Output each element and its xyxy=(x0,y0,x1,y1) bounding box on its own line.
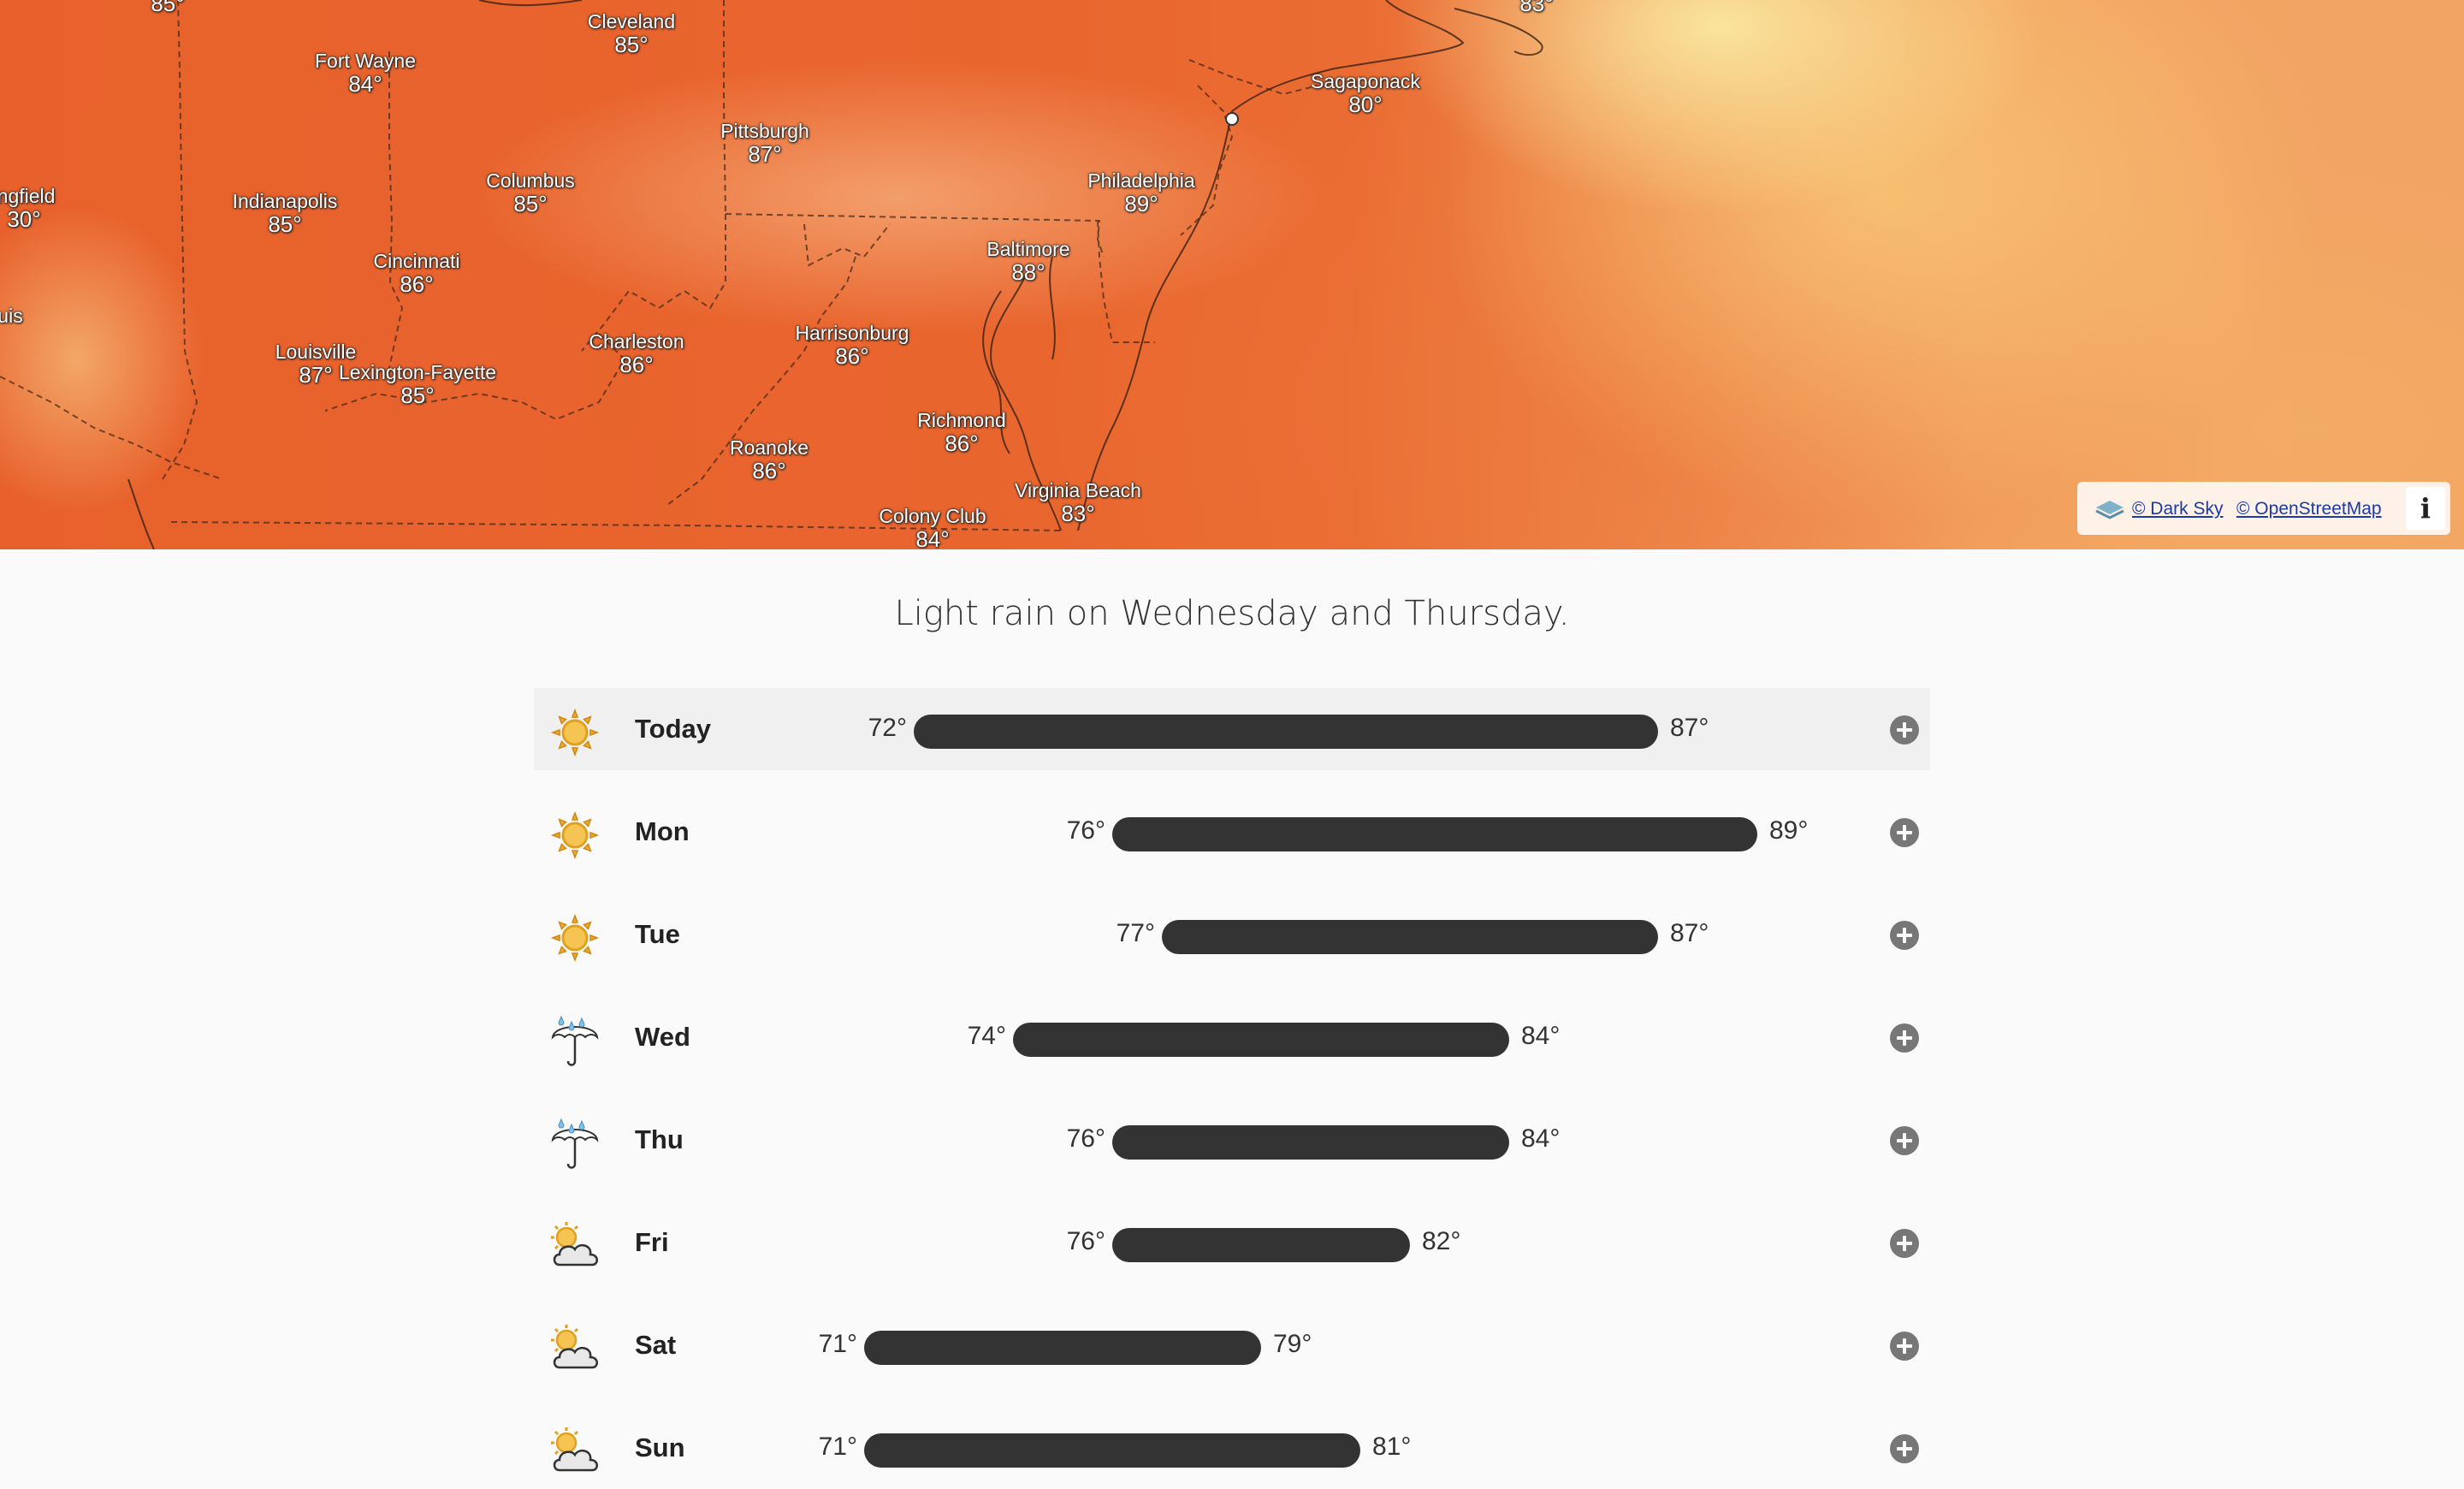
expand-plus-icon[interactable] xyxy=(1889,1433,1920,1464)
low-temperature: 77° xyxy=(1116,919,1155,947)
high-temperature: 81° xyxy=(1372,1433,1412,1461)
temperature-range-bar xyxy=(864,1433,1360,1468)
info-button[interactable]: i xyxy=(2406,487,2445,530)
day-label: Today xyxy=(635,714,711,744)
partly-cloudy-icon xyxy=(549,1426,599,1472)
expand-plus-icon[interactable] xyxy=(1889,920,1920,951)
low-temperature: 76° xyxy=(1066,1227,1105,1255)
day-label: Tue xyxy=(635,919,680,949)
partly-cloudy-icon xyxy=(549,1220,599,1267)
map-attribution: © Dark Sky © OpenStreetMap i xyxy=(2077,482,2450,535)
day-label: Sat xyxy=(635,1330,677,1360)
darksky-link[interactable]: © Dark Sky xyxy=(2132,499,2224,519)
low-temperature: 71° xyxy=(818,1433,857,1461)
expand-plus-icon[interactable] xyxy=(1889,1023,1920,1053)
rain-umbrella-icon xyxy=(551,1015,599,1066)
day-label: Sun xyxy=(635,1433,685,1462)
temperature-range-bar xyxy=(1112,817,1757,851)
temperature-range-bar xyxy=(914,715,1658,749)
low-temperature: 71° xyxy=(818,1330,857,1358)
high-temperature: 79° xyxy=(1273,1330,1312,1358)
temperature-range-bar xyxy=(1162,920,1658,954)
rain-umbrella-icon xyxy=(551,1118,599,1169)
forecast-row-today[interactable]: Today 72° 87° xyxy=(534,688,1930,770)
low-temperature: 72° xyxy=(868,714,907,742)
expand-plus-icon[interactable] xyxy=(1889,1331,1920,1361)
day-label: Wed xyxy=(635,1022,690,1052)
forecast-row-tue[interactable]: Tue 77° 87° xyxy=(534,893,1930,976)
high-temperature: 84° xyxy=(1521,1124,1561,1153)
sun-icon xyxy=(551,709,599,756)
openstreetmap-link[interactable]: © OpenStreetMap xyxy=(2236,499,2382,519)
forecast-row-wed[interactable]: Wed 74° 84° xyxy=(534,996,1930,1078)
temperature-range-bar xyxy=(1112,1125,1509,1160)
temperature-range-bar xyxy=(1112,1228,1410,1262)
map-boundaries xyxy=(0,0,1543,549)
low-temperature: 74° xyxy=(967,1022,1006,1050)
high-temperature: 87° xyxy=(1670,714,1709,742)
expand-plus-icon[interactable] xyxy=(1889,715,1920,745)
high-temperature: 84° xyxy=(1521,1022,1561,1050)
forecast-row-sat[interactable]: Sat 71° 79° xyxy=(534,1304,1930,1386)
layers-icon xyxy=(2095,501,2124,519)
expand-plus-icon[interactable] xyxy=(1889,817,1920,848)
expand-plus-icon[interactable] xyxy=(1889,1125,1920,1156)
partly-cloudy-icon xyxy=(549,1323,599,1369)
temperature-range-bar xyxy=(1013,1023,1509,1057)
high-temperature: 87° xyxy=(1670,919,1709,947)
high-temperature: 89° xyxy=(1769,816,1809,845)
forecast-row-sun[interactable]: Sun 71° 81° xyxy=(534,1407,1930,1489)
temperature-range-bar xyxy=(864,1331,1261,1365)
sun-icon xyxy=(551,811,599,859)
day-label: Thu xyxy=(635,1124,684,1154)
forecast-row-thu[interactable]: Thu 76° 84° xyxy=(534,1099,1930,1181)
temperature-map[interactable]: 85° Cleveland 85° 83° Fort Wayne 84° Sagaponac… xyxy=(0,0,2464,549)
forecast-summary: Light rain on Wednesday and Thursday. xyxy=(894,594,1570,633)
forecast-row-fri[interactable]: Fri 76° 82° xyxy=(534,1201,1930,1284)
low-temperature: 76° xyxy=(1066,1124,1105,1153)
expand-plus-icon[interactable] xyxy=(1889,1228,1920,1259)
high-temperature: 82° xyxy=(1422,1227,1461,1255)
sun-icon xyxy=(551,914,599,962)
low-temperature: 76° xyxy=(1066,816,1105,845)
forecast-row-mon[interactable]: Mon 76° 89° xyxy=(534,791,1930,873)
day-label: Mon xyxy=(635,816,690,846)
day-label: Fri xyxy=(635,1227,669,1257)
